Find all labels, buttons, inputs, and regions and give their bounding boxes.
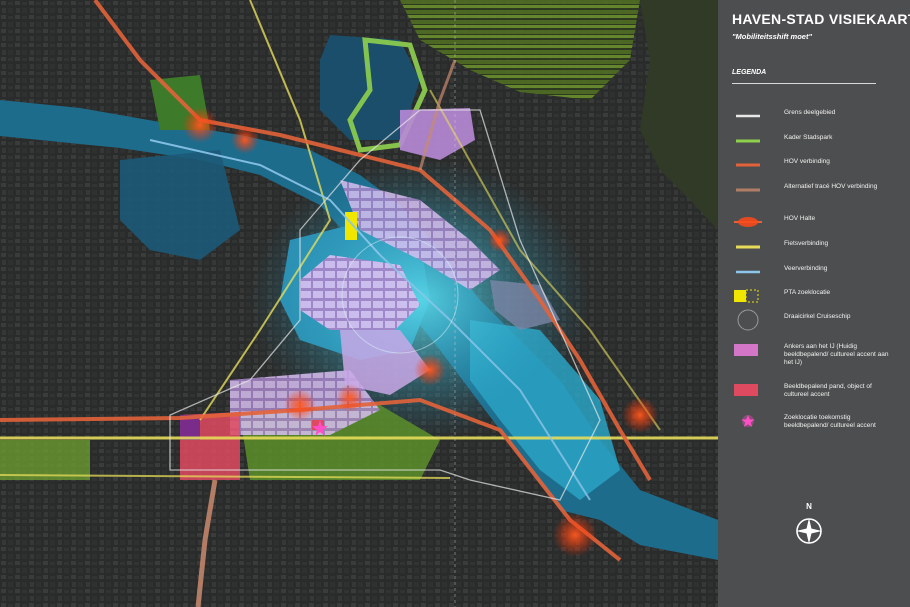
hov-stop-6 xyxy=(553,513,597,557)
legend-label: HOV verbinding xyxy=(784,158,830,165)
hov-stop-7 xyxy=(488,228,512,252)
hov-stop-1 xyxy=(182,107,218,143)
legend-label: Veerverbinding xyxy=(784,265,828,272)
hov-stop-2 xyxy=(231,126,259,154)
legend-label: Kader Stadspark xyxy=(784,134,833,141)
white-line-icon xyxy=(736,114,760,118)
faded-orange-line-icon xyxy=(736,188,760,192)
legend-label: Fietsverbinding xyxy=(784,240,829,247)
red-block-icon xyxy=(734,384,758,396)
pink-star-icon xyxy=(741,415,755,427)
pta-location xyxy=(345,212,357,240)
legend-label: Ankers aan het IJ (Huidig beeldbepalend/… xyxy=(784,343,889,366)
legend-label: PTA zoeklocatie xyxy=(784,289,831,296)
glow-stop-icon xyxy=(734,217,762,227)
hov-stop-5 xyxy=(622,397,658,433)
yellow-line-icon xyxy=(736,245,760,249)
legend-label: HOV Halte xyxy=(784,215,816,222)
legend-label: Beeldbepalend pand, object of cultureel … xyxy=(784,383,872,398)
legend-heading: LEGENDA xyxy=(732,69,767,76)
visiekaart-poster: HAVEN-STAD VISIEKAART "Mobiliteitsshift … xyxy=(0,0,910,607)
orange-line-icon xyxy=(736,163,760,167)
yellow-square-icon xyxy=(734,289,759,303)
blue-line-icon xyxy=(736,270,760,274)
map-title: HAVEN-STAD VISIEKAART xyxy=(732,11,910,27)
hov-stop-8 xyxy=(336,384,364,412)
legend-panel: HAVEN-STAD VISIEKAART "Mobiliteitsshift … xyxy=(718,0,910,607)
compass-icon xyxy=(796,518,822,544)
hov-stop-3 xyxy=(284,389,316,421)
legend-label: Grens deelgebied xyxy=(784,109,836,116)
legend-label: Zoeklocatie toekomstig beeldbepalend/ cu… xyxy=(784,414,876,429)
legend-divider xyxy=(732,83,876,84)
west-park xyxy=(0,440,90,480)
map-subtitle: "Mobiliteitsshift moet" xyxy=(732,32,813,41)
legend-label: Draaicirkel Cruiseschip xyxy=(784,313,851,320)
pink-block-icon xyxy=(734,344,758,356)
green-line-icon xyxy=(736,139,760,143)
site-map xyxy=(0,0,718,607)
legend-label: Alternatief tracé HOV verbinding xyxy=(784,183,878,190)
circle-outline-icon xyxy=(737,309,759,331)
north-arrow: N xyxy=(792,502,826,552)
hov-stop-4 xyxy=(414,354,446,386)
north-label: N xyxy=(806,502,812,511)
